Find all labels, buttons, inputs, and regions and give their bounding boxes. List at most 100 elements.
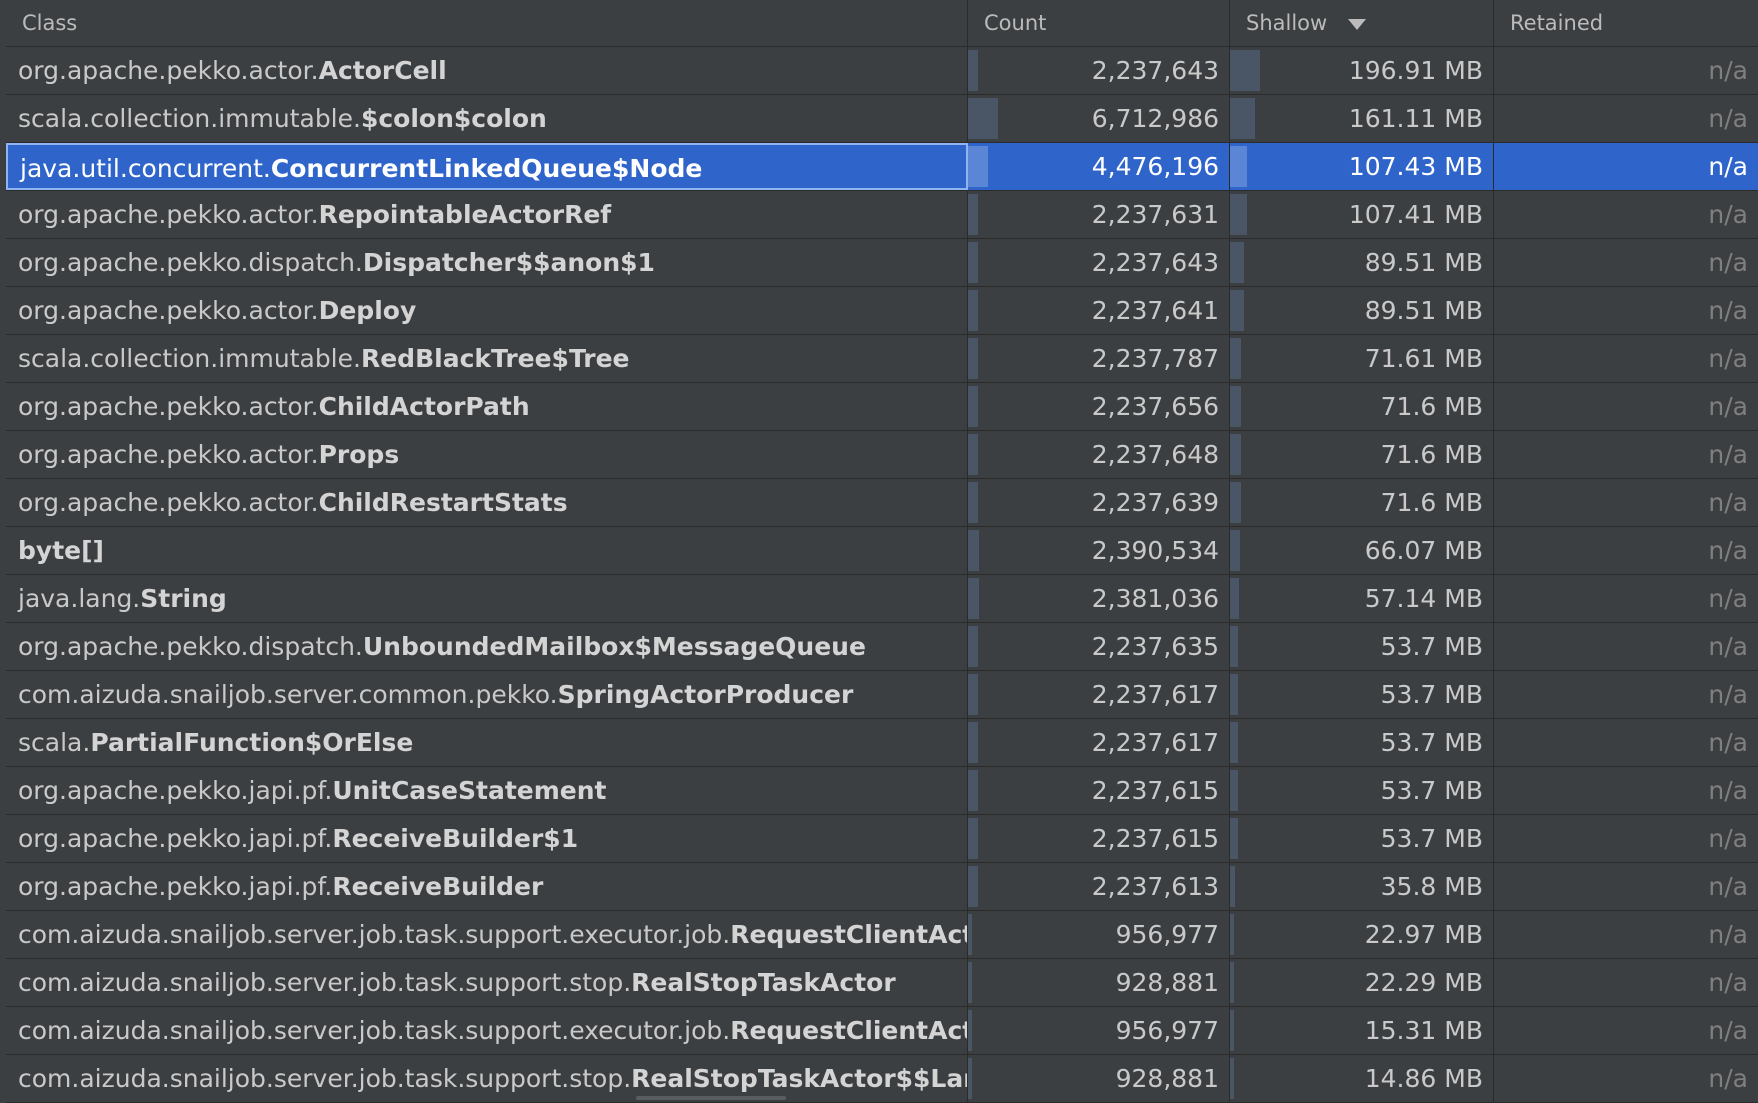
class-name-cell[interactable]: org.apache.pekko.actor.RepointableActorR… [6, 191, 968, 238]
class-name-cell[interactable]: org.apache.pekko.actor.Deploy [6, 287, 968, 334]
table-row[interactable]: org.apache.pekko.actor.ChildActorPath 2,2… [6, 383, 1758, 431]
retained-value: n/a [1708, 200, 1748, 229]
table-header: Class Count Shallow Retained [6, 0, 1758, 47]
shallow-value: 53.7 MB [1380, 728, 1483, 757]
column-header-retained[interactable]: Retained [1494, 0, 1758, 46]
shallow-bar [1230, 146, 1247, 187]
class-simple-name: ChildRestartStats [318, 488, 568, 517]
class-name-cell[interactable]: scala.collection.immutable.RedBlackTree$… [6, 335, 968, 382]
table-row[interactable]: scala.PartialFunction$OrElse 2,237,617 53.… [6, 719, 1758, 767]
shallow-value: 107.43 MB [1348, 152, 1483, 181]
class-simple-name: ReceiveBuilder [332, 872, 544, 901]
table-row[interactable]: scala.collection.immutable.$colon$colon 6… [6, 95, 1758, 143]
count-cell: 2,237,631 [968, 191, 1230, 238]
count-bar [968, 242, 978, 283]
class-package: org.apache.pekko.actor. [18, 440, 319, 469]
retained-value: n/a [1708, 872, 1748, 901]
count-value: 2,237,631 [1091, 200, 1219, 229]
horizontal-scrollbar-thumb[interactable] [636, 1096, 786, 1100]
count-bar [968, 386, 978, 427]
class-histogram-table: Class Count Shallow Retained org.apache.… [6, 0, 1758, 1103]
class-simple-name: SpringActorProducer [557, 680, 854, 709]
class-package: org.apache.pekko.actor. [18, 488, 319, 517]
shallow-value: 53.7 MB [1380, 632, 1483, 661]
count-bar [968, 290, 978, 331]
table-row[interactable]: org.apache.pekko.actor.Props 2,237,648 71.… [6, 431, 1758, 479]
count-bar [968, 482, 978, 523]
class-name-cell[interactable]: com.aizuda.snailjob.server.common.pekko.… [6, 671, 968, 718]
class-name-cell[interactable]: com.aizuda.snailjob.server.job.task.supp… [6, 1007, 968, 1054]
shallow-cell: 71.6 MB [1230, 383, 1494, 430]
table-row[interactable]: scala.collection.immutable.RedBlackTree$… [6, 335, 1758, 383]
shallow-value: 107.41 MB [1348, 200, 1483, 229]
class-name-cell[interactable]: scala.collection.immutable.$colon$colon [6, 95, 968, 142]
retained-value: n/a [1708, 392, 1748, 421]
class-name-cell[interactable]: org.apache.pekko.actor.Props [6, 431, 968, 478]
class-simple-name: Props [318, 440, 400, 469]
class-name-cell[interactable]: org.apache.pekko.japi.pf.UnitCaseStateme… [6, 767, 968, 814]
class-name-cell[interactable]: org.apache.pekko.dispatch.Dispatcher$$an… [6, 239, 968, 286]
table-body: org.apache.pekko.actor.ActorCell 2,237,64… [6, 47, 1758, 1103]
table-row[interactable]: org.apache.pekko.actor.Deploy 2,237,641 89… [6, 287, 1758, 335]
count-value: 956,977 [1115, 1016, 1219, 1045]
table-row[interactable]: com.aizuda.snailjob.server.job.task.supp… [6, 1007, 1758, 1055]
class-name-cell[interactable]: byte[] [6, 527, 968, 574]
table-row[interactable]: com.aizuda.snailjob.server.job.task.supp… [6, 1055, 1758, 1103]
table-row[interactable]: byte[] 2,390,534 66.07 MB n/a [6, 527, 1758, 575]
retained-value: n/a [1708, 584, 1748, 613]
retained-cell: n/a [1494, 47, 1758, 94]
class-name-cell[interactable]: scala.PartialFunction$OrElse [6, 719, 968, 766]
count-value: 956,977 [1115, 920, 1219, 949]
sort-descending-icon[interactable] [1347, 18, 1366, 30]
retained-cell: n/a [1494, 719, 1758, 766]
table-row[interactable]: com.aizuda.snailjob.server.common.pekko.… [6, 671, 1758, 719]
column-header-count[interactable]: Count [968, 0, 1230, 46]
retained-cell: n/a [1494, 1007, 1758, 1054]
table-row[interactable]: java.util.concurrent.ConcurrentLinkedQue… [6, 143, 1758, 191]
table-row[interactable]: org.apache.pekko.dispatch.UnboundedMailb… [6, 623, 1758, 671]
table-row[interactable]: org.apache.pekko.japi.pf.ReceiveBuilder 2… [6, 863, 1758, 911]
count-cell: 2,237,635 [968, 623, 1230, 670]
table-row[interactable]: com.aizuda.snailjob.server.job.task.supp… [6, 959, 1758, 1007]
retained-value: n/a [1708, 56, 1748, 85]
class-simple-name: ChildActorPath [318, 392, 530, 421]
table-row[interactable]: org.apache.pekko.japi.pf.ReceiveBuilder$… [6, 815, 1758, 863]
class-name-cell[interactable]: org.apache.pekko.actor.ActorCell [6, 47, 968, 94]
count-bar [968, 530, 979, 571]
count-bar [968, 146, 988, 187]
class-package: scala. [18, 728, 91, 757]
class-name-cell[interactable]: org.apache.pekko.japi.pf.ReceiveBuilder [6, 863, 968, 910]
column-header-class[interactable]: Class [6, 0, 968, 46]
column-header-shallow[interactable]: Shallow [1230, 0, 1494, 46]
shallow-bar [1230, 770, 1238, 811]
count-value: 2,237,617 [1091, 728, 1219, 757]
count-bar [968, 962, 972, 1003]
class-name-cell[interactable]: org.apache.pekko.actor.ChildRestartStats [6, 479, 968, 526]
class-name-cell[interactable]: java.util.concurrent.ConcurrentLinkedQue… [6, 143, 968, 190]
class-name-cell[interactable]: org.apache.pekko.japi.pf.ReceiveBuilder$… [6, 815, 968, 862]
count-bar [968, 770, 978, 811]
table-row[interactable]: org.apache.pekko.dispatch.Dispatcher$$an… [6, 239, 1758, 287]
count-value: 2,237,613 [1091, 872, 1219, 901]
table-row[interactable]: org.apache.pekko.actor.RepointableActorR… [6, 191, 1758, 239]
shallow-value: 71.6 MB [1380, 488, 1483, 517]
table-row[interactable]: org.apache.pekko.actor.ActorCell 2,237,64… [6, 47, 1758, 95]
table-row[interactable]: org.apache.pekko.actor.ChildRestartStats… [6, 479, 1758, 527]
class-name-cell[interactable]: com.aizuda.snailjob.server.job.task.supp… [6, 1055, 968, 1102]
class-name-cell[interactable]: com.aizuda.snailjob.server.job.task.supp… [6, 911, 968, 958]
class-name-cell[interactable]: java.lang.String [6, 575, 968, 622]
class-name-cell[interactable]: org.apache.pekko.dispatch.UnboundedMailb… [6, 623, 968, 670]
shallow-bar [1230, 482, 1241, 523]
shallow-bar [1230, 1010, 1234, 1051]
class-name-cell[interactable]: org.apache.pekko.actor.ChildActorPath [6, 383, 968, 430]
class-name-cell[interactable]: com.aizuda.snailjob.server.job.task.supp… [6, 959, 968, 1006]
retained-cell: n/a [1494, 863, 1758, 910]
table-row[interactable]: org.apache.pekko.japi.pf.UnitCaseStateme… [6, 767, 1758, 815]
class-simple-name: ReceiveBuilder$1 [332, 824, 579, 853]
count-value: 2,390,534 [1091, 536, 1219, 565]
table-row[interactable]: com.aizuda.snailjob.server.job.task.supp… [6, 911, 1758, 959]
count-bar [968, 1058, 972, 1099]
shallow-bar [1230, 914, 1234, 955]
table-row[interactable]: java.lang.String 2,381,036 57.14 MB n/a [6, 575, 1758, 623]
shallow-cell: 15.31 MB [1230, 1007, 1494, 1054]
